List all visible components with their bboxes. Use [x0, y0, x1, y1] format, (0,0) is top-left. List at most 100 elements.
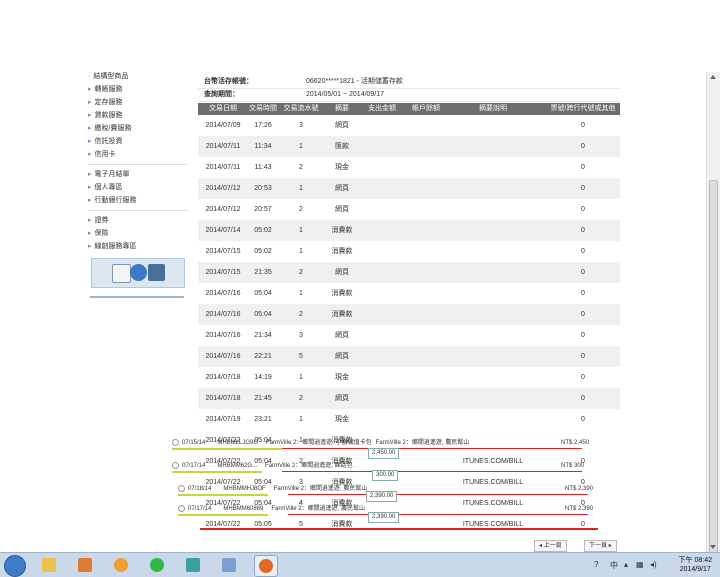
red-underline — [282, 471, 582, 472]
next-page-button[interactable]: 下一頁 ▸ — [584, 540, 617, 552]
cell-memo: 網頁 — [335, 332, 349, 339]
sidebar-nav: · 結構型商品 ▸ 轉帳服務 ▸ 定存服務 ▸ 貸款服務 ▸ 繳稅/費服務 ▸ 信託投資 ▸… — [88, 70, 188, 253]
media-player-icon[interactable] — [74, 555, 96, 575]
prev-page-button[interactable]: ◂ 上一頁 — [534, 540, 567, 552]
period-value: 2014/05/01 ~ 2014/09/17 — [306, 91, 385, 98]
amount-callout: 2,450.00 — [368, 448, 400, 459]
highlight-underline — [178, 514, 268, 516]
account-row: 台幣活存帳號： 06620*****1821 - 活期儲蓄存款 — [198, 76, 620, 89]
start-button-icon[interactable] — [4, 555, 26, 577]
receipt-line: 07/18/14 MHBMMHJ8OF FarmVille 2：鄉間逍遙遊, 農民幫… — [178, 484, 367, 494]
sidebar-item-transfer[interactable]: ▸ 轉帳服務 — [88, 83, 188, 96]
explorer-icon[interactable] — [38, 555, 60, 575]
cell-time: 20:57 — [254, 206, 272, 213]
cell-memo: 網頁 — [335, 206, 349, 213]
receipt-amount: NT$ 2,390 — [565, 506, 594, 512]
receipt-amount: NT$ 2,450 — [561, 440, 590, 446]
network-icon[interactable]: ▦ — [636, 560, 644, 569]
col-debit: 支出金額 — [368, 105, 396, 112]
sidebar-item-insurance[interactable]: ▸ 保險 — [88, 227, 188, 240]
sidebar-item-deposit[interactable]: ▸ 定存服務 — [88, 96, 188, 109]
period-row: 查詢期間： 2014/05/01 ~ 2014/09/17 — [198, 89, 620, 102]
account-value: 06620*****1821 - 活期儲蓄存款 — [306, 78, 403, 85]
cell-seq: 2 — [299, 311, 303, 318]
volume-icon[interactable]: ◂) — [650, 560, 657, 569]
clock-icon[interactable] — [130, 264, 147, 281]
amount-callout: 300.00 — [372, 470, 399, 481]
sidebar-item-tax[interactable]: ▸ 繳稅/費服務 — [88, 122, 188, 135]
sidebar-item-personal[interactable]: ▸ 個人專區 — [88, 181, 188, 194]
cell-seq: 2 — [299, 206, 303, 213]
cell-seq: 3 — [299, 122, 303, 129]
line-app-icon-glyph — [150, 558, 164, 572]
receipt-code: MHBMM62G... — [217, 463, 258, 469]
cell-memo: 網頁 — [335, 122, 349, 129]
cell-date: 2014/07/12 — [205, 206, 241, 213]
vertical-scrollbar[interactable] — [706, 72, 720, 554]
sidebar-item-credit-card[interactable]: ▸ 信用卡 — [88, 148, 188, 161]
clock[interactable]: 下午 08:42 2014/9/17 — [679, 556, 712, 574]
line-app-icon[interactable] — [146, 555, 168, 575]
table-row: 2014/07/15 05:02 1 消費款 0 — [198, 241, 620, 262]
tray-arrow-icon[interactable]: ▴ — [624, 560, 628, 569]
sidebar-divider — [88, 210, 188, 211]
sidebar-item-mobile[interactable]: ▸ 行動銀行服務 — [88, 194, 188, 207]
cell-seq: 1 — [299, 290, 303, 297]
col-time: 交易時間 — [249, 105, 277, 112]
receipt-code: MHBMMHJ8OF — [223, 486, 266, 492]
cell-time: 05:04 — [254, 311, 272, 318]
cell-seq: 5 — [299, 353, 303, 360]
table-row: 2014/07/19 23:21 1 現金 0 — [198, 409, 620, 430]
clock-time: 下午 08:42 — [678, 557, 712, 564]
sidebar-item-structured[interactable]: · 結構型商品 — [88, 70, 188, 83]
cell-other: 0 — [581, 374, 585, 381]
sidebar-item-securities[interactable]: ▸ 證券 — [88, 214, 188, 227]
calendar-icon[interactable] — [112, 264, 131, 283]
receipt-desc: FarmVille 2：鄉間逍遙遊, 小額儲值卡包 — [266, 440, 372, 446]
receipt-desc: FarmVille 2：鄉間逍遙遊, 農民幫山 — [271, 506, 365, 512]
cell-desc: ITUNES.COM/BILL — [462, 500, 524, 507]
table-row: 2014/07/22 05:05 5 消費款 ITUNES.COM/BILL 0 — [198, 514, 620, 535]
cell-seq: 1 — [299, 143, 303, 150]
cell-other: 0 — [581, 206, 585, 213]
tool-icon-glyph — [222, 558, 236, 572]
period-label: 查詢期間： — [204, 91, 239, 98]
receipt-line: 07/17/14 MHBMM62G... FarmVille 2：鄉間逍遙遊, 綿話… — [172, 461, 353, 471]
sidebar-item-green-service[interactable]: ▸ 線創服務專區 — [88, 240, 188, 253]
sidebar-item-estatement[interactable]: ▸ 電子月結單 — [88, 168, 188, 181]
scroll-down-icon[interactable] — [710, 545, 716, 549]
help-icon[interactable]: ? — [594, 560, 598, 569]
col-other: 票號/跨行代號或其他 — [550, 105, 616, 112]
table-row: 2014/07/15 21:35 2 網頁 0 — [198, 262, 620, 283]
cell-memo: 網頁 — [335, 353, 349, 360]
cell-seq: 1 — [299, 416, 303, 423]
cell-other: 0 — [581, 227, 585, 234]
scroll-thumb[interactable] — [709, 180, 718, 554]
cell-time: 11:34 — [254, 143, 272, 150]
highlight-underline — [178, 494, 268, 496]
sidebar-item-trust[interactable]: ▸ 信託投資 — [88, 135, 188, 148]
cell-seq: 1 — [299, 185, 303, 192]
firefox-icon[interactable] — [254, 555, 278, 577]
red-underline — [282, 448, 582, 449]
receipt-line: 07/15/14 MHBMLLJG9G FarmVille 2：鄉間逍遙遊, 小額儲… — [172, 438, 469, 448]
tool-icon[interactable] — [218, 555, 240, 575]
calculator-icon[interactable] — [148, 264, 165, 281]
lang-icon[interactable]: 中 — [610, 560, 618, 571]
cell-memo: 網頁 — [335, 269, 349, 276]
sidebar-item-loan[interactable]: ▸ 貸款服務 — [88, 109, 188, 122]
text-editor-icon[interactable] — [182, 555, 204, 575]
explorer-icon-glyph — [42, 558, 56, 572]
receipt-dot-icon — [178, 504, 185, 512]
receipt-date: 07/18/14 — [188, 486, 212, 492]
cell-memo: 網頁 — [335, 185, 349, 192]
cell-seq: 1 — [299, 248, 303, 255]
cell-other: 0 — [581, 395, 585, 402]
table-row: 2014/07/16 21:34 3 網頁 0 — [198, 325, 620, 346]
chat-bubble-icon[interactable] — [110, 555, 132, 575]
cell-seq: 2 — [299, 395, 303, 402]
cell-other: 0 — [581, 353, 585, 360]
scroll-up-icon[interactable] — [710, 75, 716, 79]
cell-other: 0 — [581, 521, 585, 528]
cell-time: 05:02 — [254, 248, 272, 255]
